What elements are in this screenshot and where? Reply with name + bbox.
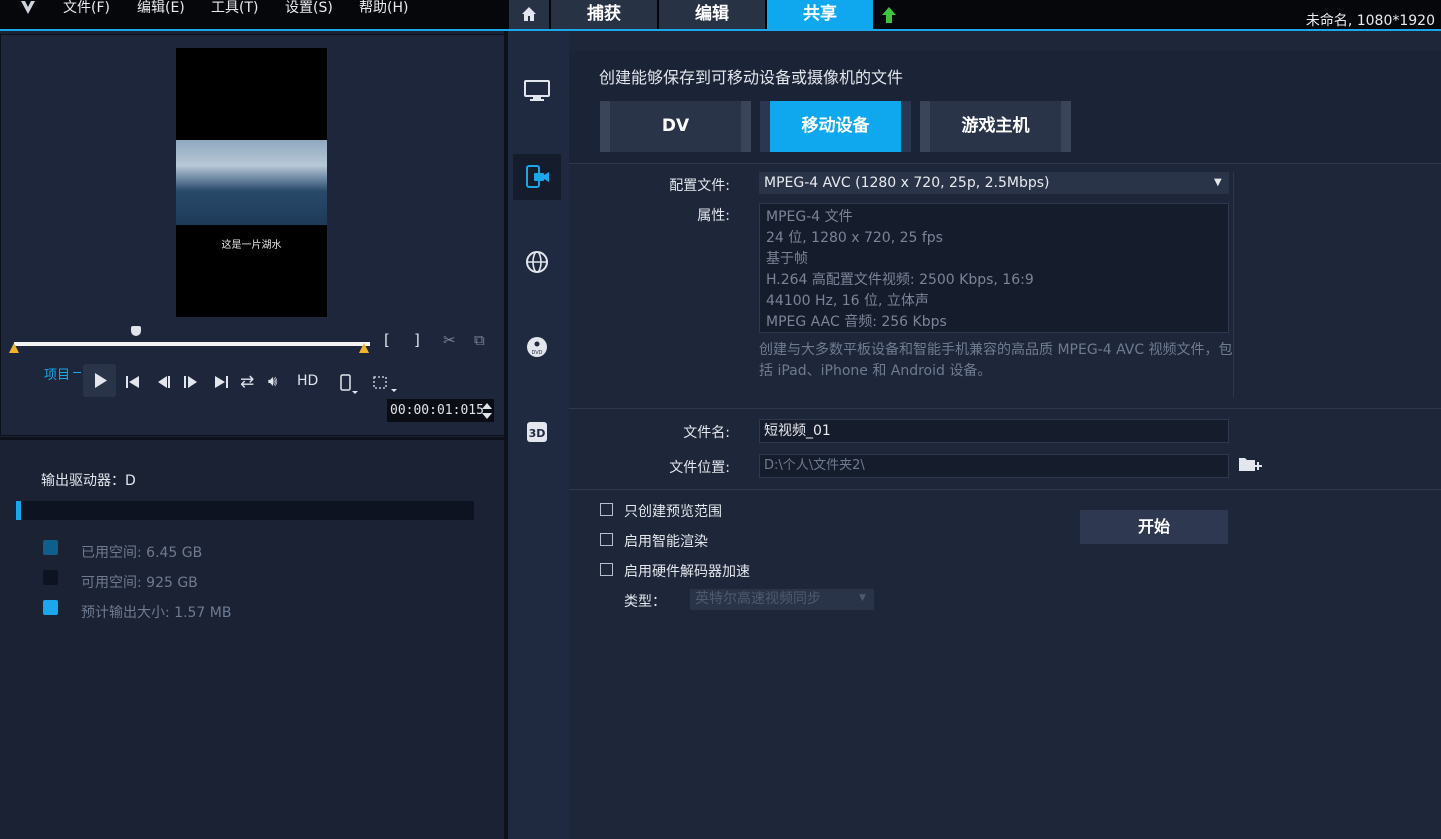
svg-text:DVD: DVD	[531, 350, 542, 356]
file-location-label: 文件位置:	[669, 460, 730, 476]
scissors-icon[interactable]: ✂	[443, 331, 456, 349]
mark-in-icon[interactable]: [	[384, 331, 390, 349]
estimate-label: 预计输出大小: 1.57 MB	[81, 605, 232, 621]
lake-image	[176, 140, 327, 225]
next-frame-icon[interactable]	[183, 374, 199, 393]
disc-icon[interactable]: DVD	[513, 324, 561, 370]
drive-label: 输出驱动器：D	[41, 473, 136, 489]
used-space-swatch	[43, 540, 58, 555]
hd-toggle[interactable]: HD	[297, 373, 318, 389]
go-to-start-icon[interactable]	[125, 374, 141, 393]
menu-help[interactable]: 帮助(H)	[359, 0, 408, 16]
device-preview-icon[interactable]	[338, 373, 360, 399]
estimate-swatch	[43, 600, 58, 615]
home-icon	[522, 7, 536, 21]
attribute-line: 24 位, 1280 x 720, 25 fps	[766, 230, 943, 246]
mobile-device-icon[interactable]	[513, 154, 561, 200]
3d-icon[interactable]: 3D	[513, 409, 561, 455]
tab-capture[interactable]: 捕获	[551, 0, 657, 29]
type-label: 类型：	[624, 594, 666, 610]
drive-usage-fill	[16, 501, 21, 520]
attribute-line: 44100 Hz, 16 位, 立体声	[766, 293, 929, 309]
left-divider[interactable]	[0, 437, 505, 440]
profile-description: 创建与大多数平板设备和智能手机兼容的高品质 MPEG-4 AVC 视频文件，包括…	[759, 342, 1233, 379]
computer-icon[interactable]	[513, 68, 561, 114]
profile-select[interactable]: MPEG-4 AVC (1280 x 720, 25p, 2.5Mbps)	[759, 172, 1229, 194]
project-info: 未命名, 1080*1920	[1305, 13, 1435, 29]
menu-edit[interactable]: 编辑(E)	[137, 0, 185, 16]
region-select-icon[interactable]	[372, 375, 398, 399]
free-space-swatch	[43, 570, 58, 585]
chevron-down-icon[interactable]: ▼	[1214, 172, 1222, 194]
repeat-icon[interactable]: ⇄	[240, 372, 254, 392]
play-icon	[95, 373, 107, 388]
timecode-field[interactable]: 00:00:01:015	[387, 399, 494, 422]
filename-label: 文件名:	[683, 425, 730, 441]
start-button[interactable]: 开始	[1080, 510, 1228, 544]
preview-range-checkbox[interactable]	[600, 503, 613, 516]
menu-tools[interactable]: 工具(T)	[211, 0, 258, 16]
device-tab-mobile[interactable]: 移动设备	[760, 101, 911, 152]
attribute-line: MPEG AAC 音频: 256 Kbps	[766, 314, 947, 330]
smart-render-label: 启用智能渲染	[624, 534, 708, 550]
tab-share[interactable]: 共享	[767, 0, 873, 29]
type-select: 英特尔高速视频同步	[690, 589, 874, 610]
section-heading: 创建能够保存到可移动设备或摄像机的文件	[599, 68, 904, 87]
trim-end-handle[interactable]	[359, 343, 369, 353]
menu-file[interactable]: 文件(F)	[63, 0, 110, 16]
drive-usage-bar	[16, 501, 474, 520]
project-mode-label[interactable]: 项目	[44, 364, 70, 383]
menu-settings[interactable]: 设置(S)	[285, 0, 333, 16]
volume-icon[interactable]: 🔊︎	[268, 372, 277, 390]
attributes-label: 属性:	[697, 208, 730, 224]
trim-start-handle[interactable]	[9, 343, 19, 353]
app-logo-icon	[20, 0, 36, 14]
home-tab[interactable]	[509, 0, 549, 29]
device-tab-dv[interactable]: DV	[600, 101, 751, 152]
hw-decoder-label: 启用硬件解码器加速	[624, 564, 750, 580]
divider	[569, 163, 1441, 164]
go-to-end-icon[interactable]	[213, 374, 229, 393]
file-location-input[interactable]: D:\个人\文件夹2\	[759, 454, 1229, 478]
video-caption: 这是一片湖水	[221, 240, 282, 251]
attributes-box: MPEG-4 文件 24 位, 1280 x 720, 25 fps 基于帧 H…	[759, 203, 1229, 333]
filename-input[interactable]: 短视频_01	[759, 419, 1229, 443]
web-globe-icon[interactable]	[513, 239, 561, 285]
divider	[569, 408, 1441, 409]
browse-folder-icon[interactable]	[1238, 454, 1262, 478]
upload-icon[interactable]	[879, 5, 899, 25]
attribute-line: H.264 高配置文件视频: 2500 Kbps, 16:9	[766, 272, 1034, 288]
svg-text:3D: 3D	[529, 427, 546, 440]
smart-render-checkbox[interactable]	[600, 533, 613, 546]
divider	[569, 489, 1441, 490]
device-tab-console[interactable]: 游戏主机	[920, 101, 1071, 152]
project-mode-line	[73, 372, 81, 373]
timecode-spinner[interactable]	[481, 401, 493, 421]
prev-frame-icon[interactable]	[156, 374, 172, 393]
hw-decoder-checkbox[interactable]	[600, 563, 613, 576]
free-space-label: 可用空间: 925 GB	[81, 575, 198, 591]
playhead-handle[interactable]	[131, 326, 141, 336]
copy-clip-icon[interactable]: ⧉	[474, 331, 485, 349]
vertical-divider	[1233, 172, 1234, 397]
attribute-line: 基于帧	[766, 251, 808, 267]
mark-out-icon[interactable]: ]	[414, 331, 420, 349]
used-space-label: 已用空间: 6.45 GB	[81, 545, 203, 561]
tab-edit[interactable]: 编辑	[659, 0, 765, 29]
type-chevron-down-icon: ▼	[859, 593, 866, 603]
scrub-bar[interactable]	[14, 342, 370, 346]
profile-label: 配置文件:	[669, 178, 730, 194]
preview-range-label: 只创建预览范围	[624, 504, 722, 520]
attribute-line: MPEG-4 文件	[766, 209, 853, 225]
play-button[interactable]	[83, 364, 116, 397]
